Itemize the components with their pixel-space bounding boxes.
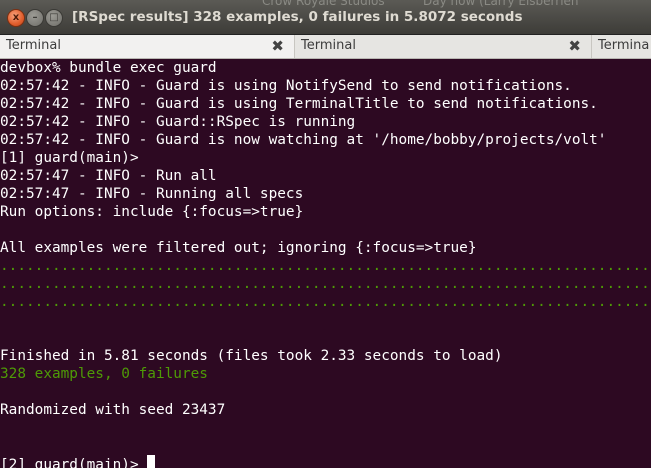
title-bar[interactable]: Crow Royale Studios Day now (Larry Elsbe…	[0, 0, 651, 35]
background-window-title: Day now (Larry Elsberrien	[423, 0, 579, 8]
test-progress-dots: ........................................…	[0, 258, 651, 274]
seed-line: Randomized with seed 23437	[0, 402, 226, 418]
tab-label: Terminal	[6, 38, 61, 53]
terminal-line: All examples were filtered out; ignoring…	[0, 240, 477, 256]
terminal-line: 02:57:42 - INFO - Guard::RSpec is runnin…	[0, 114, 356, 130]
test-progress-dots: ........................................…	[0, 294, 651, 310]
finished-line: Finished in 5.81 seconds (files took 2.3…	[0, 348, 503, 364]
window-title: [RSpec results] 328 examples, 0 failures…	[72, 9, 523, 25]
close-tab-icon[interactable]: ✖	[568, 37, 581, 55]
maximize-icon: □	[49, 12, 59, 23]
close-tab-icon[interactable]: ✖	[271, 37, 284, 55]
terminal-line: devbox% bundle exec guard	[0, 60, 217, 76]
minimize-window-button[interactable]: –	[26, 9, 44, 27]
terminal-line: Run options: include {:focus=>true}	[0, 204, 304, 220]
test-summary: 328 examples, 0 failures	[0, 366, 208, 382]
terminal-line: [1] guard(main)>	[0, 150, 139, 166]
prompt-line[interactable]: [2] guard(main)>	[0, 455, 651, 468]
terminal-line: 02:57:42 - INFO - Guard is using Termina…	[0, 96, 598, 112]
background-window-title: Crow Royale Studios	[262, 0, 385, 8]
tab-terminal-2[interactable]: Terminal ✖	[295, 35, 592, 58]
minimize-icon: –	[32, 12, 38, 23]
tab-terminal-3[interactable]: Termina	[592, 35, 651, 58]
terminal-line: 02:57:47 - INFO - Running all specs	[0, 186, 304, 202]
close-window-button[interactable]: x	[7, 9, 25, 27]
shell-prompt: [2] guard(main)>	[0, 457, 148, 468]
tab-bar: Terminal ✖ Terminal ✖ Termina	[0, 35, 651, 59]
maximize-window-button[interactable]: □	[45, 9, 63, 27]
terminal-output[interactable]: devbox% bundle exec guard 02:57:42 - INFO…	[0, 59, 651, 468]
close-icon: x	[12, 12, 20, 23]
terminal-line: 02:57:42 - INFO - Guard is now watching …	[0, 132, 607, 148]
terminal-line: 02:57:47 - INFO - Run all	[0, 168, 217, 184]
terminal-window: Crow Royale Studios Day now (Larry Elsbe…	[0, 0, 651, 468]
text-cursor	[147, 455, 156, 468]
terminal-line: 02:57:42 - INFO - Guard is using NotifyS…	[0, 78, 572, 94]
tab-terminal-1[interactable]: Terminal ✖	[0, 35, 295, 58]
tab-label: Terminal	[301, 38, 356, 53]
test-progress-dots: ........................................…	[0, 276, 651, 292]
tab-label: Termina	[598, 38, 650, 53]
